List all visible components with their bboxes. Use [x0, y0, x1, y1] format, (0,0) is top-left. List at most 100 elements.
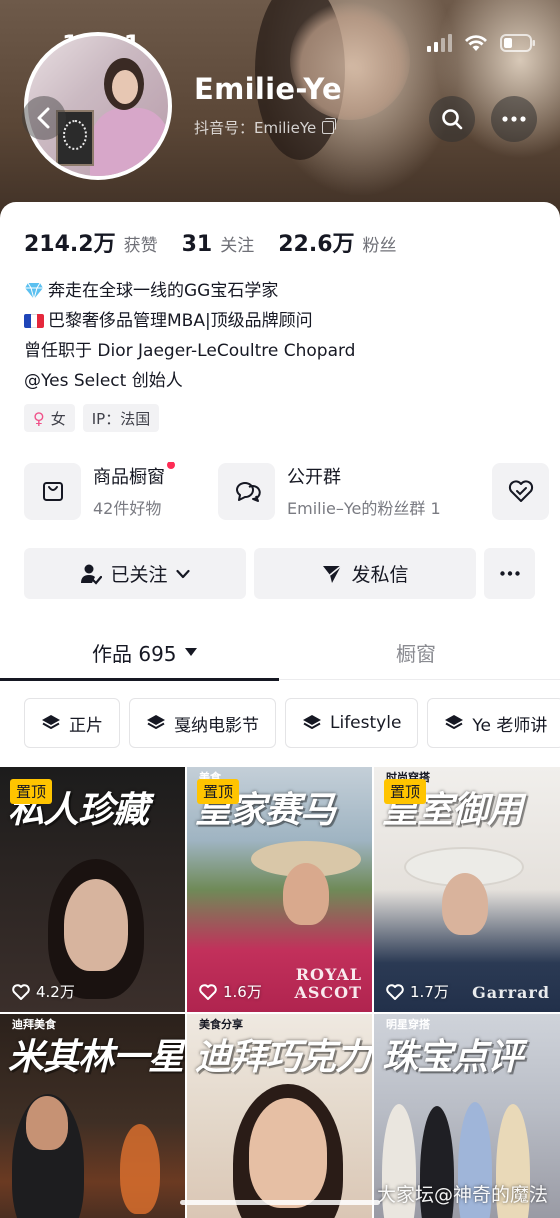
gender-tag: ♀ 女 — [24, 404, 75, 432]
gender-text: 女 — [50, 409, 66, 428]
video-likes-count: 1.6万 — [223, 983, 262, 1001]
video-likes-count: 4.2万 — [36, 983, 75, 1001]
tab-shop-window-label: 橱窗 — [396, 642, 436, 666]
send-message-button[interactable]: 发私信 — [254, 548, 476, 599]
collection-chip[interactable]: 戛纳电影节 — [129, 698, 276, 748]
collection-chip-label: 戛纳电影节 — [174, 715, 259, 736]
heart-outline-icon — [12, 983, 30, 1000]
video-title: 珠宝点评 — [382, 1037, 523, 1078]
profile-bio: 奔走在全球一线的GG宝石学家 巴黎奢侈品管理MBA|顶级品牌顾问 曾任职于 Di… — [24, 276, 355, 396]
video-thumbnail-face — [64, 879, 128, 971]
stat-likes[interactable]: 214.2万 获赞 — [24, 226, 158, 258]
status-icons — [427, 34, 536, 52]
avatar-dress — [90, 108, 168, 176]
stat-following[interactable]: 31 关注 — [182, 231, 255, 257]
tab-works-label: 作品 695 — [92, 642, 177, 666]
video-likes: 1.6万 — [199, 981, 262, 1002]
layers-icon — [147, 715, 165, 729]
video-tile[interactable]: 私人珍藏 置顶 4.2万 — [0, 767, 185, 1012]
bio-line-3: 曾任职于 Dior Jaeger-LeCoultre Chopard — [24, 341, 356, 361]
send-message-label: 发私信 — [351, 564, 409, 586]
avatar-face — [112, 70, 138, 104]
stat-label: 粉丝 — [362, 236, 397, 256]
battery-icon — [500, 34, 536, 52]
cellular-signal-icon — [427, 34, 452, 52]
search-button[interactable] — [429, 96, 475, 142]
video-brand-mark: ROYAL ASCOT — [294, 965, 362, 1002]
video-brand-mark: Garrard — [472, 983, 550, 1002]
fan-group-card[interactable]: 公开群 Emilie–Ye的粉丝群 1 — [218, 462, 441, 520]
forum-watermark: 大家坛@神奇的魔法 — [376, 1184, 548, 1206]
heart-outline-icon — [199, 983, 217, 1000]
video-thumbnail-face — [442, 873, 488, 935]
stat-value: 22.6万 — [278, 232, 355, 257]
video-thumbnail-face — [26, 1096, 68, 1150]
gem-icon — [25, 282, 43, 300]
video-tile[interactable]: 美食 皇家赛马 置顶 ROYAL ASCOT 1.6万 — [187, 767, 372, 1012]
more-icon — [502, 116, 526, 122]
caret-down-icon — [184, 648, 197, 656]
collection-chips: 正片 戛纳电影节 Lifestyle Ye 老师讲 — [24, 698, 560, 750]
video-thumbnail-face — [249, 1098, 327, 1208]
video-title: 迪拜巧克力 — [195, 1037, 371, 1078]
profile-sheet: 214.2万 获赞 31 关注 22.6万 粉丝 奔走在全球一线的GG宝石学家 … — [0, 202, 560, 1218]
bio-line-2: 巴黎奢侈品管理MBA|顶级品牌顾问 — [48, 311, 313, 331]
notification-dot — [167, 462, 175, 469]
collection-chip[interactable]: 正片 — [24, 698, 120, 748]
chevron-left-icon — [37, 107, 50, 129]
pinned-badge: 置顶 — [384, 779, 427, 804]
user-check-icon — [81, 564, 103, 585]
ip-location-tag: IP：法国 — [82, 404, 160, 432]
shop-window-title: 商品橱窗 — [93, 467, 165, 488]
tab-shop-window[interactable]: 橱窗 — [396, 638, 436, 667]
pinned-badge: 置顶 — [197, 779, 240, 804]
feature-cards: 商品橱窗 42件好物 公开群 Emilie–Ye的粉丝群 1 — [24, 462, 560, 520]
wishlist-card[interactable] — [492, 462, 549, 520]
collection-chip[interactable]: Lifestyle — [285, 698, 419, 748]
france-flag-icon — [24, 314, 44, 328]
douyin-id-text: 抖音号：EmilieYe — [194, 119, 317, 137]
pinned-badge: 置顶 — [10, 779, 53, 804]
video-tile[interactable]: 时尚穿搭 皇室御用 置顶 Garrard 1.7万 — [374, 767, 560, 1012]
more-actions-button[interactable] — [484, 548, 535, 599]
stat-label: 获赞 — [123, 236, 158, 256]
female-icon: ♀ — [33, 408, 45, 428]
video-title: 米其林一星 — [8, 1037, 184, 1078]
followed-button[interactable]: 已关注 — [24, 548, 246, 599]
home-indicator[interactable] — [180, 1200, 380, 1205]
chevron-down-icon — [175, 569, 190, 578]
back-button[interactable] — [22, 96, 66, 140]
active-tab-indicator — [0, 678, 279, 681]
stat-label: 关注 — [220, 236, 255, 256]
layers-icon — [445, 715, 464, 729]
stat-value: 31 — [181, 232, 213, 257]
video-grid: 私人珍藏 置顶 4.2万 美食 皇家赛马 置顶 ROYAL ASCOT 1.6万… — [0, 767, 560, 1218]
fan-group-title: 公开群 — [287, 467, 341, 488]
copy-icon[interactable] — [322, 118, 337, 134]
video-tile[interactable]: 迪拜美食 米其林一星 — [0, 1014, 185, 1218]
more-icon — [499, 571, 520, 576]
shop-window-card[interactable]: 商品橱窗 42件好物 — [24, 462, 175, 520]
stat-followers[interactable]: 22.6万 粉丝 — [278, 226, 396, 258]
profile-tags: ♀ 女 IP：法国 — [24, 404, 160, 432]
bio-mention[interactable]: @Yes Select 创始人 — [24, 366, 183, 396]
shopping-bag-icon — [24, 462, 81, 520]
video-thumbnail-face — [283, 863, 329, 925]
collection-chip[interactable]: Ye 老师讲 — [427, 698, 560, 748]
send-icon — [323, 564, 342, 583]
bio-line-1: 奔走在全球一线的GG宝石学家 — [48, 281, 279, 301]
collection-chip-label: Lifestyle — [330, 713, 402, 733]
video-likes-count: 1.7万 — [410, 983, 449, 1001]
search-icon — [442, 109, 463, 130]
chat-group-icon — [218, 462, 275, 520]
profile-actions: 已关注 发私信 — [24, 548, 535, 599]
more-options-button[interactable] — [491, 96, 537, 142]
followed-label: 已关注 — [110, 564, 168, 586]
douyin-id[interactable]: 抖音号：EmilieYe — [194, 117, 337, 138]
video-tile[interactable]: 美食分享 迪拜巧克力 — [187, 1014, 372, 1218]
tab-works[interactable]: 作品 695 — [92, 638, 197, 667]
collection-chip-label: 正片 — [69, 715, 103, 736]
layers-icon — [303, 715, 321, 729]
avatar-necklace — [63, 120, 87, 150]
fan-group-subtitle: Emilie–Ye的粉丝群 1 — [287, 499, 441, 518]
